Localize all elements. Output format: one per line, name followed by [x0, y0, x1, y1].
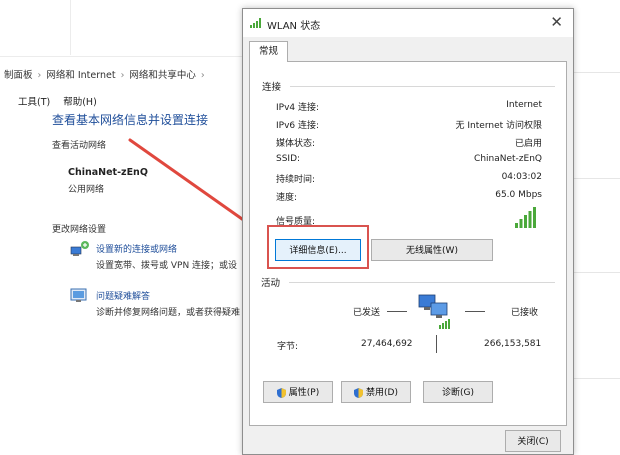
connection-group-label: 连接 — [262, 82, 282, 93]
speed-label: 速度: — [276, 193, 298, 203]
disable-button-label: 禁用(D) — [366, 388, 398, 398]
troubleshoot-icon — [70, 288, 87, 302]
shield-icon — [276, 387, 286, 398]
divider — [572, 378, 620, 379]
group-divider — [289, 282, 555, 283]
chevron-right-icon: › — [120, 70, 125, 81]
troubleshoot-desc: 诊断并修复网络问题，或者获得疑难 — [96, 308, 241, 318]
close-button[interactable]: 关闭(C) — [505, 430, 561, 452]
menu-help[interactable]: 帮助(H) — [63, 97, 97, 108]
troubleshoot-link[interactable]: 问题疑难解答 — [96, 289, 150, 302]
activity-group-label: 活动 — [261, 278, 281, 289]
dialog-titlebar[interactable]: WLAN 状态 ✕ — [243, 9, 573, 37]
tab-general[interactable]: 常规 — [249, 41, 289, 62]
divider — [572, 178, 620, 179]
divider — [387, 311, 407, 312]
media-state-value: 已启用 — [514, 139, 542, 149]
wifi-signal-icon — [250, 18, 261, 28]
breadcrumb-item[interactable]: 制面板 — [4, 70, 33, 81]
active-networks-label: 查看活动网络 — [52, 141, 107, 151]
divider — [70, 0, 71, 55]
divider — [572, 272, 620, 273]
menu-bar: 工具(T) 帮助(H) — [18, 94, 110, 108]
bytes-label: 字节: — [277, 342, 299, 352]
ssid-label: SSID: — [276, 154, 301, 164]
divider — [436, 335, 437, 353]
disable-button[interactable]: 禁用(D) — [341, 381, 411, 403]
setup-connection-desc: 设置宽带、拨号或 VPN 连接；或设 — [96, 261, 238, 271]
properties-button[interactable]: 属性(P) — [263, 381, 333, 403]
breadcrumb: 制面板 › 网络和 Internet › 网络和共享中心 › — [4, 67, 210, 81]
divider — [0, 56, 245, 57]
ipv6-label: IPv6 连接: — [276, 121, 320, 131]
network-type: 公用网络 — [68, 185, 105, 195]
divider — [572, 72, 620, 73]
menu-tools[interactable]: 工具(T) — [18, 97, 50, 108]
ipv4-label: IPv4 连接: — [276, 103, 320, 113]
network-computers-icon — [418, 294, 450, 329]
highlight-box — [267, 225, 369, 269]
wlan-status-dialog: WLAN 状态 ✕ 常规 连接 IPv4 连接: Internet IPv6 连… — [242, 8, 574, 455]
divider — [465, 311, 485, 312]
shield-icon — [354, 387, 364, 398]
duration-value: 04:03:02 — [501, 172, 542, 182]
network-name: ChinaNet-zEnQ — [68, 167, 148, 178]
duration-label: 持续时间: — [276, 175, 316, 185]
new-connection-icon — [70, 241, 89, 256]
close-icon[interactable]: ✕ — [550, 13, 563, 31]
chevron-right-icon: › — [37, 70, 42, 81]
properties-button-label: 属性(P) — [288, 388, 320, 398]
bytes-sent-value: 27,464,692 — [361, 339, 413, 349]
breadcrumb-item[interactable]: 网络和 Internet — [46, 70, 115, 81]
wireless-properties-button[interactable]: 无线属性(W) — [371, 239, 493, 261]
ipv6-value: 无 Internet 访问权限 — [455, 121, 542, 131]
setup-connection-link[interactable]: 设置新的连接或网络 — [96, 242, 177, 255]
group-divider — [290, 86, 555, 87]
breadcrumb-item[interactable]: 网络和共享中心 — [129, 70, 196, 81]
diagnose-button[interactable]: 诊断(G) — [423, 381, 493, 403]
ipv4-value: Internet — [506, 100, 542, 110]
media-state-label: 媒体状态: — [276, 139, 316, 149]
page-title: 查看基本网络信息并设置连接 — [52, 113, 209, 127]
bytes-received-value: 266,153,581 — [484, 339, 542, 349]
sent-label: 已发送 — [353, 308, 381, 318]
ssid-value: ChinaNet-zEnQ — [474, 154, 542, 164]
chevron-right-icon: › — [200, 70, 205, 81]
signal-strength-icon — [515, 207, 536, 228]
received-label: 已接收 — [511, 308, 539, 318]
dialog-title: WLAN 状态 — [267, 21, 321, 32]
speed-value: 65.0 Mbps — [495, 190, 542, 200]
change-settings-label: 更改网络设置 — [52, 225, 107, 235]
